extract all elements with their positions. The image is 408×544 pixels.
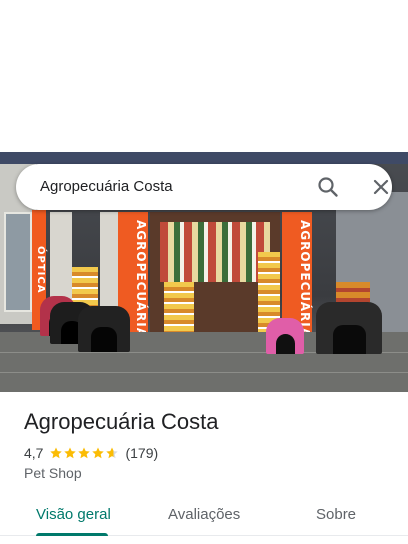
rating-value: 4,7	[24, 445, 44, 461]
rating-row[interactable]: 4,7 (179)	[24, 444, 158, 462]
place-category[interactable]: Pet Shop	[24, 465, 82, 481]
search-box[interactable]: Agropecuária Costa	[16, 164, 392, 210]
review-count[interactable]: (179)	[125, 445, 158, 461]
photo-awning	[0, 152, 408, 164]
rating-stars	[49, 446, 119, 460]
photo-window-left	[4, 212, 32, 312]
close-icon[interactable]	[369, 175, 393, 199]
photo-shelves	[160, 222, 270, 282]
star-icon	[50, 447, 63, 459]
photo-floor-joint	[0, 372, 408, 373]
photo-dog-house	[266, 318, 304, 354]
star-half-icon	[106, 447, 119, 459]
place-tabs: Visão geral Avaliações Sobre	[0, 496, 408, 536]
tab-about[interactable]: Sobre	[316, 506, 356, 523]
star-icon	[78, 447, 91, 459]
blank-header-area	[0, 0, 408, 152]
photo-dog-house	[78, 306, 130, 352]
tab-reviews[interactable]: Avaliações	[168, 506, 240, 523]
star-icon	[92, 447, 105, 459]
search-icon[interactable]	[316, 175, 340, 199]
star-icon	[64, 447, 77, 459]
search-input[interactable]: Agropecuária Costa	[40, 178, 173, 195]
tab-overview[interactable]: Visão geral	[36, 506, 111, 523]
place-title: Agropecuária Costa	[24, 409, 219, 434]
active-tab-indicator	[36, 533, 108, 536]
photo-feed-bags	[164, 282, 194, 332]
photo-dog-house	[316, 302, 382, 354]
